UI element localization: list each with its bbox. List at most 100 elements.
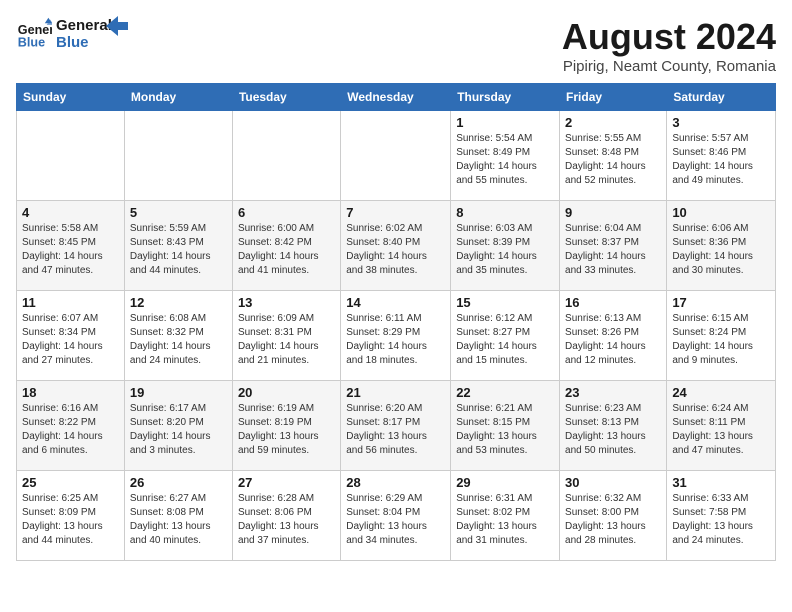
- day-header-tuesday: Tuesday: [232, 84, 340, 111]
- day-detail: Sunrise: 5:59 AM Sunset: 8:43 PM Dayligh…: [130, 222, 227, 278]
- logo-blue: Blue: [56, 34, 112, 51]
- day-detail: Sunrise: 6:02 AM Sunset: 8:40 PM Dayligh…: [346, 222, 445, 278]
- day-number: 5: [130, 205, 227, 220]
- calendar-table: SundayMondayTuesdayWednesdayThursdayFrid…: [16, 83, 776, 561]
- day-detail: Sunrise: 6:20 AM Sunset: 8:17 PM Dayligh…: [346, 402, 445, 458]
- title-block: August 2024 Pipirig, Neamt County, Roman…: [562, 16, 776, 75]
- day-detail: Sunrise: 6:00 AM Sunset: 8:42 PM Dayligh…: [238, 222, 335, 278]
- day-cell: 27 Sunrise: 6:28 AM Sunset: 8:06 PM Dayli…: [232, 471, 340, 561]
- day-cell: 28 Sunrise: 6:29 AM Sunset: 8:04 PM Dayli…: [341, 471, 451, 561]
- week-row-5: 25Sunrise: 6:25 AM Sunset: 8:09 PM Dayli…: [17, 471, 776, 561]
- week-row-2: 4 Sunrise: 5:58 AM Sunset: 8:45 PM Daylig…: [17, 201, 776, 291]
- day-cell: 9 Sunrise: 6:04 AM Sunset: 8:37 PM Daylig…: [560, 201, 667, 291]
- day-cell: 17Sunrise: 6:15 AM Sunset: 8:24 PM Dayli…: [667, 291, 776, 381]
- day-number: 19: [130, 385, 227, 400]
- day-number: 26: [130, 475, 227, 490]
- day-detail: Sunrise: 6:03 AM Sunset: 8:39 PM Dayligh…: [456, 222, 554, 278]
- day-detail: Sunrise: 6:04 AM Sunset: 8:37 PM Dayligh…: [565, 222, 661, 278]
- week-row-3: 11Sunrise: 6:07 AM Sunset: 8:34 PM Dayli…: [17, 291, 776, 381]
- location-subtitle: Pipirig, Neamt County, Romania: [562, 58, 776, 75]
- day-detail: Sunrise: 6:31 AM Sunset: 8:02 PM Dayligh…: [456, 492, 554, 548]
- day-cell: [341, 111, 451, 201]
- day-cell: 6Sunrise: 6:00 AM Sunset: 8:42 PM Daylig…: [232, 201, 340, 291]
- day-number: 11: [22, 295, 119, 310]
- logo-general: General: [56, 17, 112, 34]
- day-detail: Sunrise: 6:23 AM Sunset: 8:13 PM Dayligh…: [565, 402, 661, 458]
- day-cell: 18Sunrise: 6:16 AM Sunset: 8:22 PM Dayli…: [17, 381, 125, 471]
- day-cell: 29 Sunrise: 6:31 AM Sunset: 8:02 PM Dayli…: [451, 471, 560, 561]
- day-cell: 23Sunrise: 6:23 AM Sunset: 8:13 PM Dayli…: [560, 381, 667, 471]
- day-number: 24: [672, 385, 770, 400]
- day-cell: 3 Sunrise: 5:57 AM Sunset: 8:46 PM Daylig…: [667, 111, 776, 201]
- day-number: 12: [130, 295, 227, 310]
- day-detail: Sunrise: 6:19 AM Sunset: 8:19 PM Dayligh…: [238, 402, 335, 458]
- day-detail: Sunrise: 6:13 AM Sunset: 8:26 PM Dayligh…: [565, 312, 661, 368]
- day-number: 27: [238, 475, 335, 490]
- day-cell: 1Sunrise: 5:54 AM Sunset: 8:49 PM Daylig…: [451, 111, 560, 201]
- day-detail: Sunrise: 6:17 AM Sunset: 8:20 PM Dayligh…: [130, 402, 227, 458]
- day-cell: 8 Sunrise: 6:03 AM Sunset: 8:39 PM Daylig…: [451, 201, 560, 291]
- page-header: General Blue General Blue August 2024 Pi…: [16, 16, 776, 75]
- day-cell: [124, 111, 232, 201]
- day-cell: 19 Sunrise: 6:17 AM Sunset: 8:20 PM Dayli…: [124, 381, 232, 471]
- week-row-1: 1Sunrise: 5:54 AM Sunset: 8:49 PM Daylig…: [17, 111, 776, 201]
- day-cell: 5 Sunrise: 5:59 AM Sunset: 8:43 PM Daylig…: [124, 201, 232, 291]
- day-detail: Sunrise: 5:55 AM Sunset: 8:48 PM Dayligh…: [565, 132, 661, 188]
- day-cell: 11Sunrise: 6:07 AM Sunset: 8:34 PM Dayli…: [17, 291, 125, 381]
- day-number: 9: [565, 205, 661, 220]
- day-header-thursday: Thursday: [451, 84, 560, 111]
- day-header-sunday: Sunday: [17, 84, 125, 111]
- day-number: 20: [238, 385, 335, 400]
- logo-icon: General Blue: [16, 16, 52, 52]
- day-number: 7: [346, 205, 445, 220]
- day-number: 21: [346, 385, 445, 400]
- day-cell: 7 Sunrise: 6:02 AM Sunset: 8:40 PM Daylig…: [341, 201, 451, 291]
- day-cell: 4 Sunrise: 5:58 AM Sunset: 8:45 PM Daylig…: [17, 201, 125, 291]
- day-number: 13: [238, 295, 335, 310]
- day-detail: Sunrise: 6:27 AM Sunset: 8:08 PM Dayligh…: [130, 492, 227, 548]
- day-number: 29: [456, 475, 554, 490]
- day-cell: 31Sunrise: 6:33 AM Sunset: 7:58 PM Dayli…: [667, 471, 776, 561]
- day-detail: Sunrise: 6:24 AM Sunset: 8:11 PM Dayligh…: [672, 402, 770, 458]
- day-number: 4: [22, 205, 119, 220]
- day-detail: Sunrise: 6:29 AM Sunset: 8:04 PM Dayligh…: [346, 492, 445, 548]
- day-header-friday: Friday: [560, 84, 667, 111]
- day-cell: 10Sunrise: 6:06 AM Sunset: 8:36 PM Dayli…: [667, 201, 776, 291]
- day-detail: Sunrise: 5:54 AM Sunset: 8:49 PM Dayligh…: [456, 132, 554, 188]
- day-number: 15: [456, 295, 554, 310]
- day-detail: Sunrise: 5:57 AM Sunset: 8:46 PM Dayligh…: [672, 132, 770, 188]
- day-cell: 21 Sunrise: 6:20 AM Sunset: 8:17 PM Dayli…: [341, 381, 451, 471]
- month-title: August 2024: [562, 16, 776, 58]
- day-cell: 16Sunrise: 6:13 AM Sunset: 8:26 PM Dayli…: [560, 291, 667, 381]
- day-number: 3: [672, 115, 770, 130]
- day-cell: 2 Sunrise: 5:55 AM Sunset: 8:48 PM Daylig…: [560, 111, 667, 201]
- day-number: 18: [22, 385, 119, 400]
- logo-arrow-icon: [106, 16, 128, 38]
- day-detail: Sunrise: 6:09 AM Sunset: 8:31 PM Dayligh…: [238, 312, 335, 368]
- day-cell: 14Sunrise: 6:11 AM Sunset: 8:29 PM Dayli…: [341, 291, 451, 381]
- day-number: 25: [22, 475, 119, 490]
- day-detail: Sunrise: 6:28 AM Sunset: 8:06 PM Dayligh…: [238, 492, 335, 548]
- day-number: 31: [672, 475, 770, 490]
- day-cell: 13 Sunrise: 6:09 AM Sunset: 8:31 PM Dayli…: [232, 291, 340, 381]
- day-number: 30: [565, 475, 661, 490]
- day-cell: 30 Sunrise: 6:32 AM Sunset: 8:00 PM Dayli…: [560, 471, 667, 561]
- logo: General Blue General Blue: [16, 16, 128, 52]
- day-detail: Sunrise: 6:08 AM Sunset: 8:32 PM Dayligh…: [130, 312, 227, 368]
- day-number: 28: [346, 475, 445, 490]
- day-cell: 24 Sunrise: 6:24 AM Sunset: 8:11 PM Dayli…: [667, 381, 776, 471]
- day-cell: 20 Sunrise: 6:19 AM Sunset: 8:19 PM Dayli…: [232, 381, 340, 471]
- day-cell: [17, 111, 125, 201]
- day-detail: Sunrise: 6:32 AM Sunset: 8:00 PM Dayligh…: [565, 492, 661, 548]
- day-cell: 15 Sunrise: 6:12 AM Sunset: 8:27 PM Dayli…: [451, 291, 560, 381]
- day-detail: Sunrise: 6:21 AM Sunset: 8:15 PM Dayligh…: [456, 402, 554, 458]
- day-cell: [232, 111, 340, 201]
- day-detail: Sunrise: 6:12 AM Sunset: 8:27 PM Dayligh…: [456, 312, 554, 368]
- svg-text:Blue: Blue: [18, 36, 45, 50]
- week-row-4: 18Sunrise: 6:16 AM Sunset: 8:22 PM Dayli…: [17, 381, 776, 471]
- day-detail: Sunrise: 5:58 AM Sunset: 8:45 PM Dayligh…: [22, 222, 119, 278]
- day-detail: Sunrise: 6:06 AM Sunset: 8:36 PM Dayligh…: [672, 222, 770, 278]
- day-number: 8: [456, 205, 554, 220]
- day-number: 14: [346, 295, 445, 310]
- day-number: 2: [565, 115, 661, 130]
